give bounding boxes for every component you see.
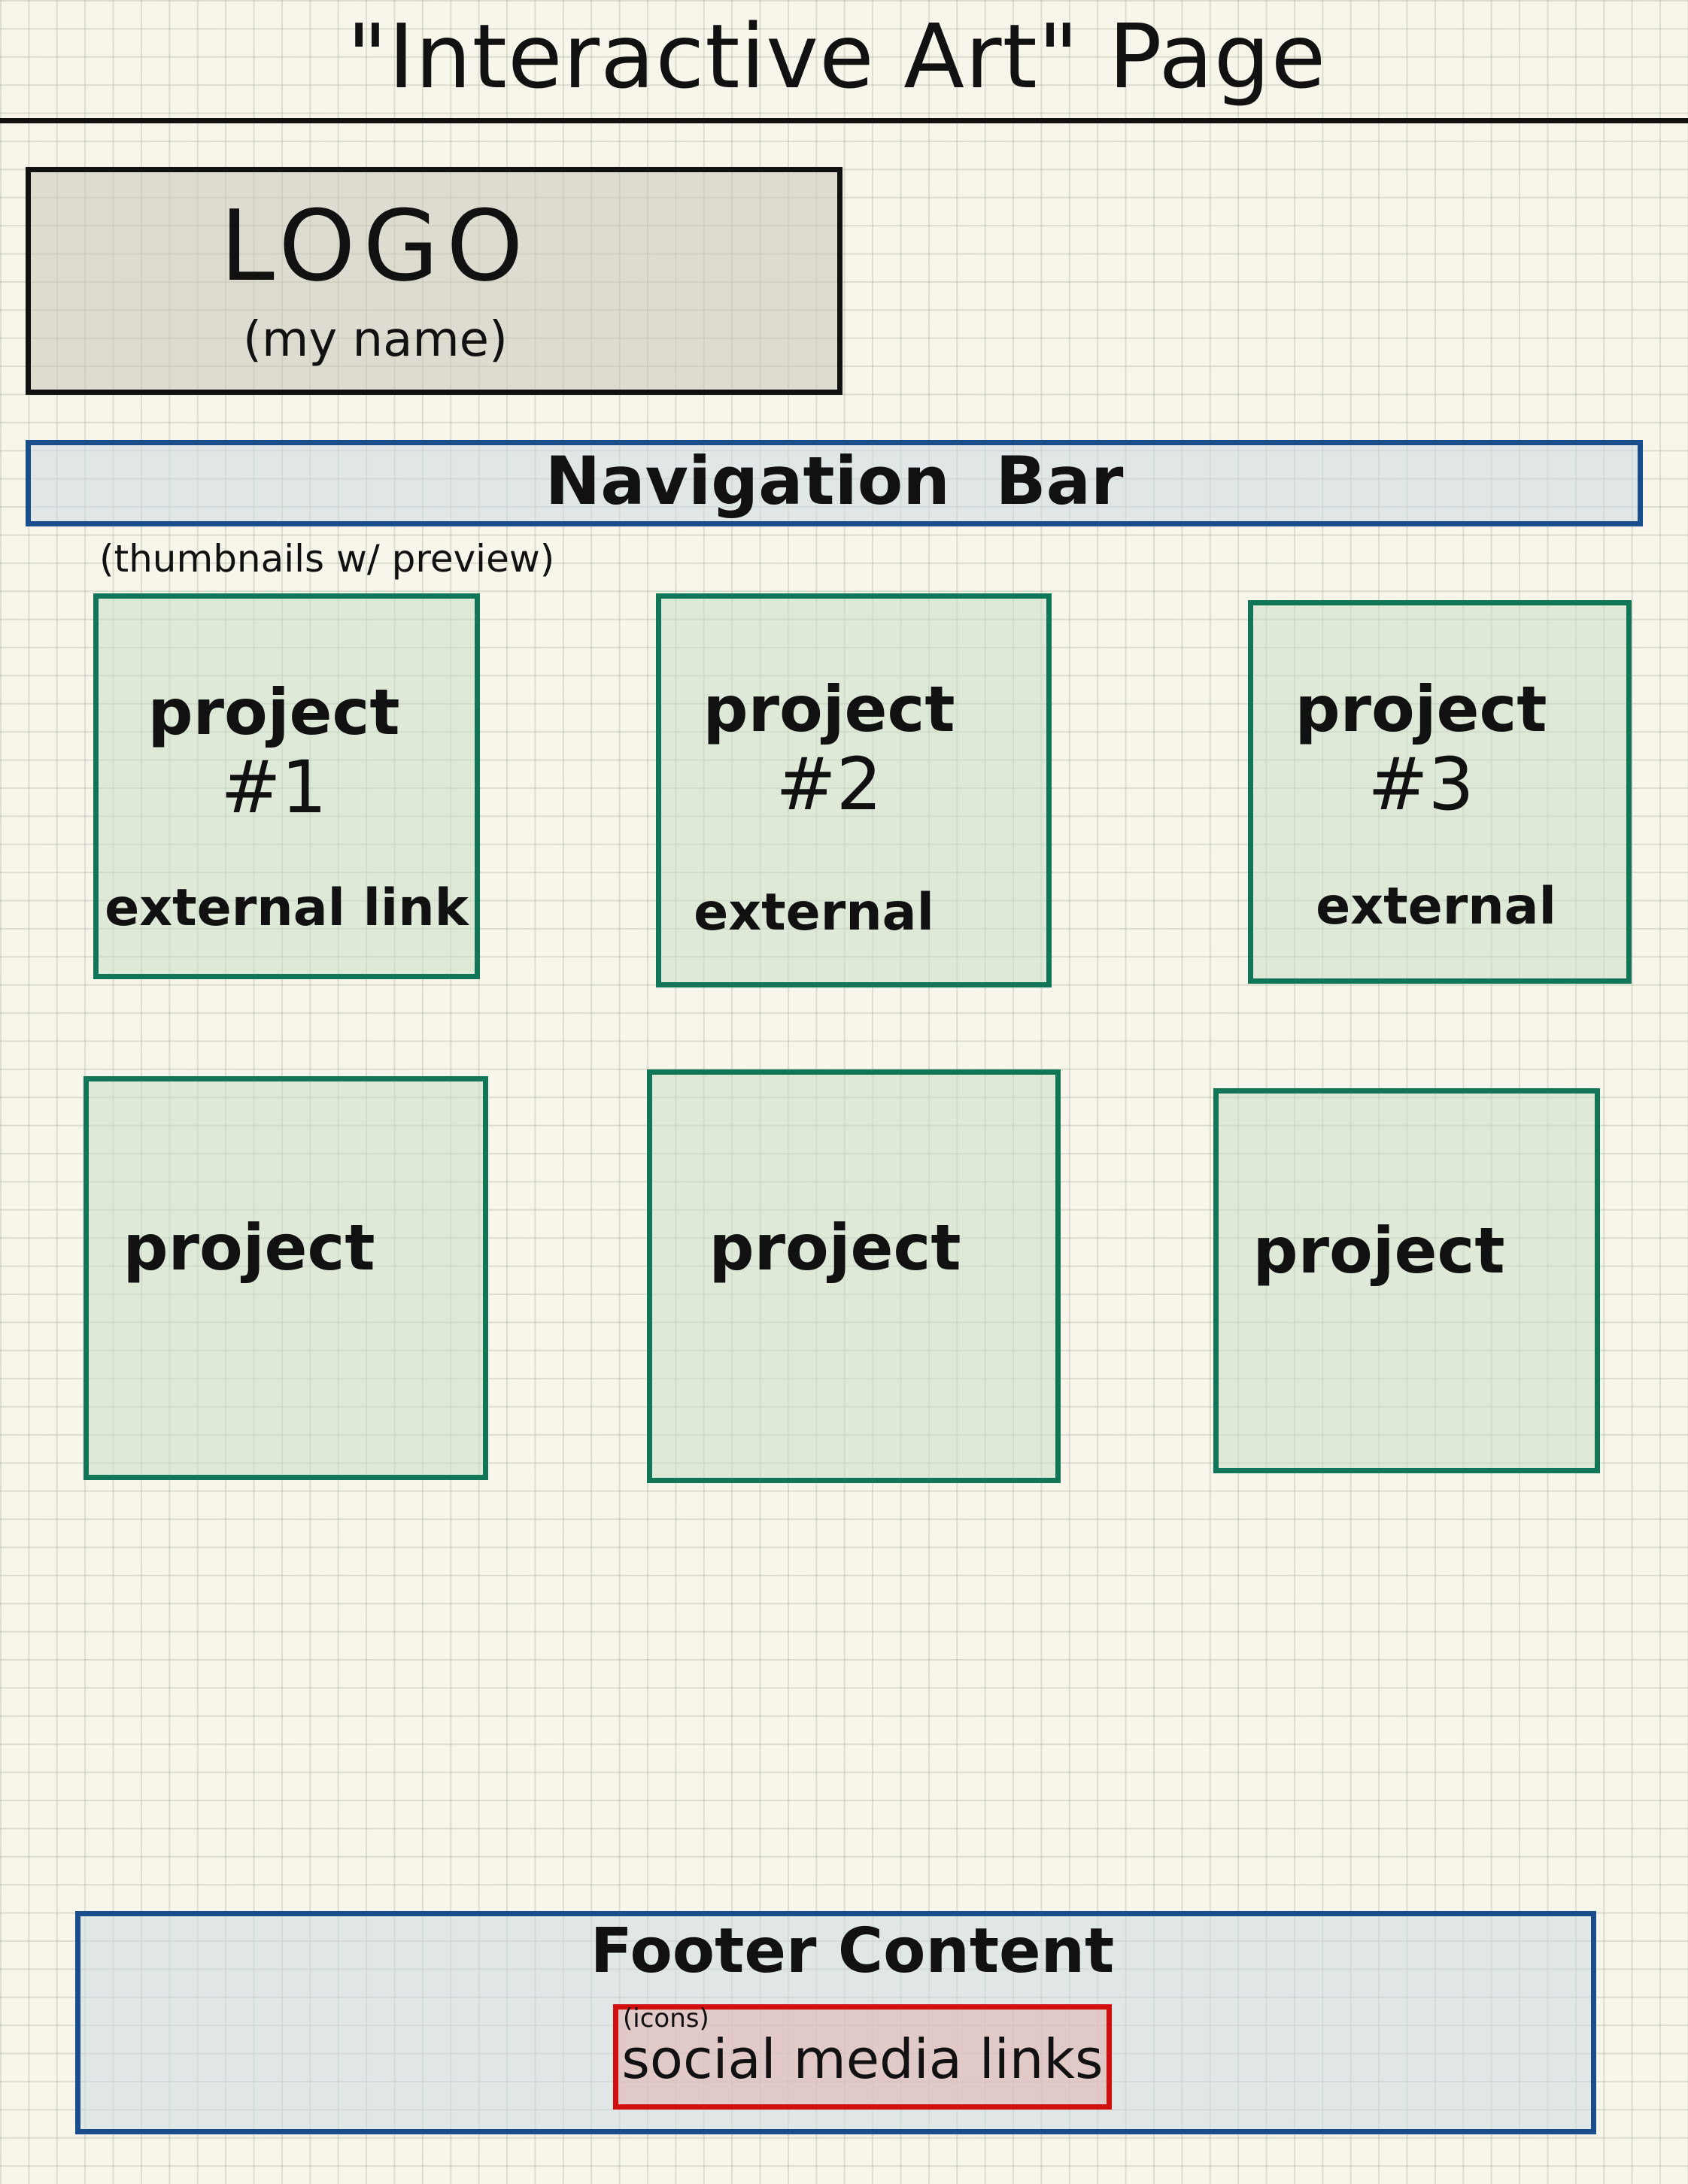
project-tile-1-label: project #1 xyxy=(93,677,454,829)
project-tile-1-external-link[interactable]: external link xyxy=(93,883,480,934)
footer-title: Footer Content xyxy=(590,1916,1115,1987)
logo-subtext: (my name) xyxy=(243,312,508,368)
navigation-bar[interactable]: Navigation Bar xyxy=(26,440,1643,526)
project-tile-1-title: project xyxy=(147,675,400,749)
project-tile-3-label: project #3 xyxy=(1248,674,1594,826)
logo-text: LOGO xyxy=(220,189,531,303)
project-tile-5-title: project xyxy=(709,1211,961,1285)
project-tile-4-title: project xyxy=(123,1211,375,1285)
project-tile-3-title: project xyxy=(1295,672,1547,746)
project-tile-3-number: #3 xyxy=(1368,742,1474,827)
social-media-links-label: social media links xyxy=(621,2028,1104,2091)
title-divider xyxy=(0,118,1688,123)
project-tile-1-number: #1 xyxy=(220,745,327,830)
project-tile-3-external-link[interactable]: external xyxy=(1248,881,1624,933)
project-tile-6-title: project xyxy=(1252,1214,1505,1288)
project-tile-2-label: project #2 xyxy=(656,674,1002,826)
project-tile-2-title: project xyxy=(703,672,955,746)
navigation-bar-label: Navigation Bar xyxy=(545,442,1124,520)
project-tile-2-number: #2 xyxy=(776,742,882,827)
thumbnails-note: (thumbnails w/ preview) xyxy=(99,537,555,581)
project-tile-2-external-link[interactable]: external xyxy=(656,887,972,939)
page-title: "Interactive Art" Page xyxy=(346,5,1327,108)
